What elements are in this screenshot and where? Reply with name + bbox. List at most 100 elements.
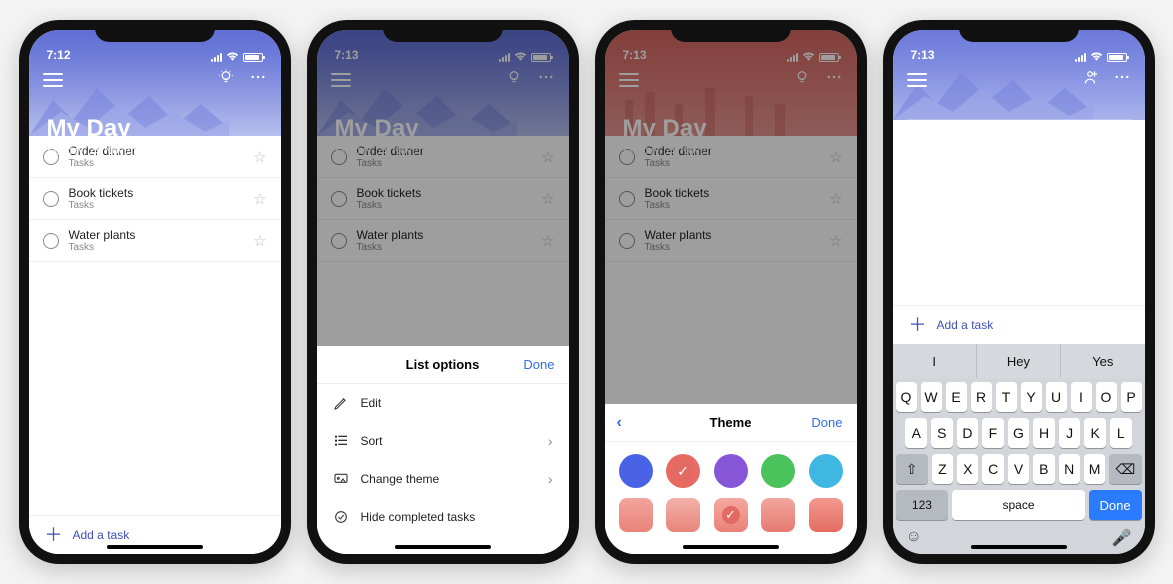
keyboard: I Hey Yes QWERTYUIOP ASDFGHJKL ⇧ ZXCVBNM…: [893, 344, 1145, 554]
done-button[interactable]: Done: [523, 357, 554, 372]
theme-sheet: ‹ Theme Done: [605, 404, 857, 554]
header-toolbar: [29, 64, 281, 95]
key-a[interactable]: A: [905, 418, 927, 448]
key-j[interactable]: J: [1059, 418, 1081, 448]
sheet-title: Theme: [710, 415, 752, 430]
add-task-button[interactable]: ＋ Add a task: [893, 305, 1145, 344]
emoji-key[interactable]: ☺: [906, 528, 922, 548]
key-m[interactable]: M: [1084, 454, 1105, 484]
list-title-input[interactable]: Untitled list: [905, 119, 1133, 154]
numbers-key[interactable]: 123: [896, 490, 949, 520]
key-b[interactable]: B: [1033, 454, 1054, 484]
theme-image-swatch[interactable]: [809, 498, 843, 532]
key-p[interactable]: P: [1121, 382, 1142, 412]
page-title: My Day: [47, 115, 263, 143]
theme-color-swatch[interactable]: [666, 454, 700, 488]
screen-3: 7:13 My Day Sunday, 25 November Order di…: [605, 30, 857, 554]
theme-color-swatch[interactable]: [761, 454, 795, 488]
key-u[interactable]: U: [1046, 382, 1067, 412]
done-button[interactable]: Done: [811, 415, 842, 430]
task-row[interactable]: Water plantsTasks ☆: [29, 220, 281, 262]
key-s[interactable]: S: [931, 418, 953, 448]
key-e[interactable]: E: [946, 382, 967, 412]
key-x[interactable]: X: [957, 454, 978, 484]
key-q[interactable]: Q: [896, 382, 917, 412]
battery-icon: [1107, 53, 1127, 62]
backspace-key[interactable]: ⌫: [1109, 454, 1141, 484]
suggestions-icon[interactable]: [217, 68, 235, 91]
checkbox-icon[interactable]: [43, 191, 59, 207]
option-theme[interactable]: Change theme ›: [317, 460, 569, 498]
suggestion[interactable]: I: [893, 344, 977, 378]
phone-1: 7:12 My Day: [19, 20, 291, 564]
task-list: Order dinnerTasks ☆ Book ticketsTasks ☆ …: [29, 136, 281, 554]
key-k[interactable]: K: [1084, 418, 1106, 448]
task-row[interactable]: Book ticketsTasks ☆: [29, 178, 281, 220]
sort-icon: [333, 433, 349, 449]
task-sub: Tasks: [69, 200, 244, 211]
key-l[interactable]: L: [1110, 418, 1132, 448]
wifi-icon: [1090, 52, 1103, 62]
key-d[interactable]: D: [957, 418, 979, 448]
key-c[interactable]: C: [982, 454, 1003, 484]
suggestion[interactable]: Yes: [1061, 344, 1144, 378]
menu-button[interactable]: [907, 73, 927, 87]
key-f[interactable]: F: [982, 418, 1004, 448]
sheet-header: List options Done: [317, 346, 569, 384]
option-label: Hide completed tasks: [361, 510, 476, 524]
title-block: My Day Sunday, 25 November: [29, 95, 281, 157]
key-o[interactable]: O: [1096, 382, 1117, 412]
theme-color-swatch[interactable]: [809, 454, 843, 488]
key-t[interactable]: T: [996, 382, 1017, 412]
back-button[interactable]: ‹: [617, 414, 622, 432]
screen-1: 7:12 My Day: [29, 30, 281, 554]
space-key[interactable]: space: [952, 490, 1084, 520]
home-indicator: [107, 545, 203, 549]
sheet-title: List options: [406, 357, 480, 372]
task-sub: Tasks: [69, 242, 244, 253]
key-v[interactable]: V: [1008, 454, 1029, 484]
key-h[interactable]: H: [1033, 418, 1055, 448]
theme-image-swatch[interactable]: [666, 498, 700, 532]
key-i[interactable]: I: [1071, 382, 1092, 412]
chevron-right-icon: ›: [548, 433, 553, 449]
cellular-icon: [211, 53, 222, 62]
checkbox-icon[interactable]: [43, 233, 59, 249]
keyboard-done-key[interactable]: Done: [1089, 490, 1142, 520]
shift-key[interactable]: ⇧: [896, 454, 928, 484]
star-icon[interactable]: ☆: [253, 190, 266, 208]
share-icon[interactable]: [1081, 68, 1099, 91]
option-sort[interactable]: Sort ›: [317, 422, 569, 460]
key-y[interactable]: Y: [1021, 382, 1042, 412]
add-task-label: Add a task: [73, 528, 130, 542]
key-g[interactable]: G: [1008, 418, 1030, 448]
status-icons: [211, 52, 263, 62]
key-r[interactable]: R: [971, 382, 992, 412]
theme-color-swatch[interactable]: [714, 454, 748, 488]
add-task-label: Add a task: [937, 318, 994, 332]
option-hide-completed[interactable]: Hide completed tasks: [317, 498, 569, 536]
suggestion-bar: I Hey Yes: [893, 344, 1145, 378]
hero-header: 7:12 My Day: [29, 30, 281, 136]
theme-image-swatch[interactable]: [761, 498, 795, 532]
theme-color-swatch[interactable]: [619, 454, 653, 488]
page-subtitle: Sunday, 25 November: [47, 145, 263, 157]
theme-image-swatch[interactable]: [619, 498, 653, 532]
phone-3: 7:13 My Day Sunday, 25 November Order di…: [595, 20, 867, 564]
key-n[interactable]: N: [1059, 454, 1080, 484]
battery-icon: [243, 53, 263, 62]
status-time: 7:12: [47, 48, 71, 62]
more-icon[interactable]: [249, 68, 267, 91]
notch: [95, 20, 215, 42]
theme-image-swatch[interactable]: [714, 498, 748, 532]
key-z[interactable]: Z: [932, 454, 953, 484]
more-icon[interactable]: [1113, 68, 1131, 91]
notch: [383, 20, 503, 42]
menu-button[interactable]: [43, 73, 63, 87]
mic-key[interactable]: 🎤: [1112, 528, 1132, 548]
star-icon[interactable]: ☆: [253, 232, 266, 250]
list-options-sheet: List options Done Edit Sort › Change the…: [317, 346, 569, 554]
option-edit[interactable]: Edit: [317, 384, 569, 422]
suggestion[interactable]: Hey: [977, 344, 1061, 378]
key-w[interactable]: W: [921, 382, 942, 412]
